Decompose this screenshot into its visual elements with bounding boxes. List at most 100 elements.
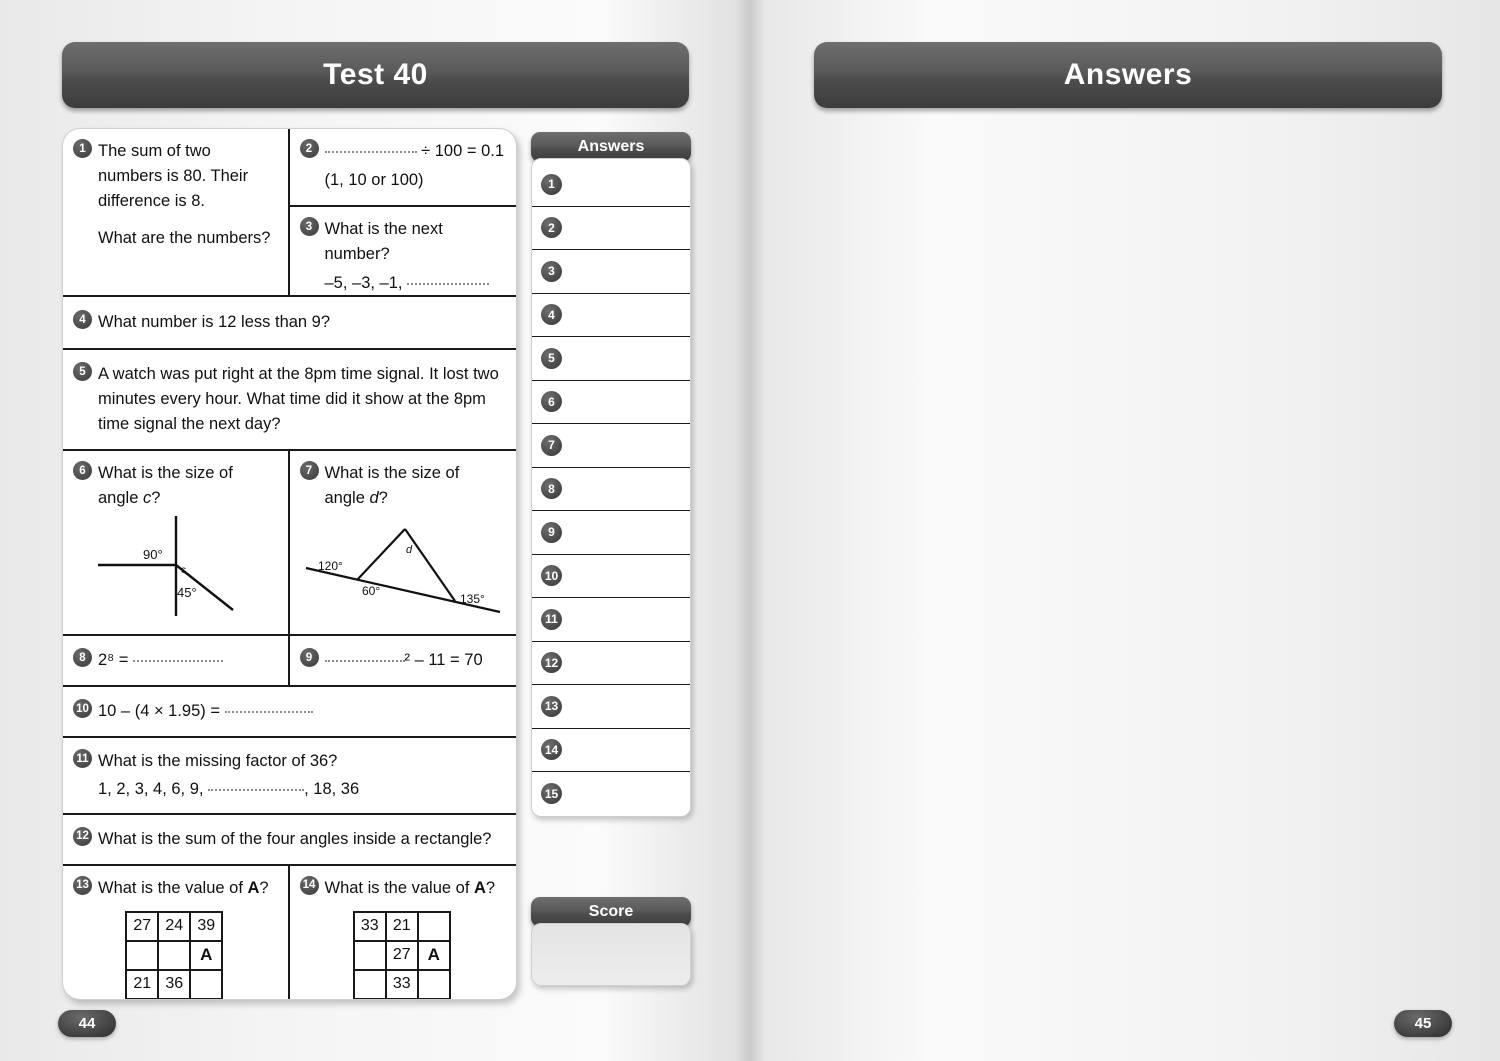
answer-row[interactable]: 11: [532, 598, 690, 642]
question-number: 2: [299, 139, 319, 158]
question-4-text: What number is 12 less than 9?: [98, 313, 331, 331]
answer-row[interactable]: 1: [532, 163, 690, 207]
svg-text:135°: 135°: [460, 592, 485, 606]
question-2-hint: (1, 10 or 100): [324, 171, 424, 190]
answer-row[interactable]: 4: [532, 294, 690, 337]
question-1: 1 The sum of two numbers is 80. Their di…: [63, 129, 290, 295]
grid-row: 27 24 39: [125, 910, 224, 942]
question-6-text: What is the size of angle c?: [98, 464, 233, 508]
question-number: 7: [299, 461, 319, 481]
question-card: 1 The sum of two numbers is 80. Their di…: [62, 128, 517, 1000]
answer-row-number: 9: [541, 521, 562, 543]
question-1-text: The sum of two numbers is 80. Their diff…: [98, 142, 249, 211]
answer-row-number: 3: [541, 260, 562, 282]
question-number: 11: [73, 749, 92, 769]
question-14-text: What is the value of A?: [324, 878, 496, 897]
grid-cell: 27: [125, 910, 160, 942]
angle-d-diagram: 120° 60° 135° d: [305, 528, 500, 614]
answer-row-number: 14: [541, 739, 562, 761]
question-number: 4: [73, 310, 92, 329]
question-row: 5 A watch was put right at the 8pm time …: [63, 350, 516, 452]
answers-list[interactable]: 1 2 3 4 5 6 7 8 9 10 11 12 13 14 15: [531, 158, 691, 817]
question-number: 1: [73, 139, 92, 158]
question-number: 8: [73, 648, 92, 668]
answer-row[interactable]: 9: [532, 511, 690, 555]
svg-text:60°: 60°: [362, 584, 380, 598]
answer-row-number: 2: [541, 217, 562, 239]
answer-row-number: 1: [541, 173, 562, 195]
grid-cell: 33: [352, 910, 387, 942]
grid-cell: 24: [157, 910, 192, 942]
score-panel: Score: [531, 897, 691, 986]
grid-cell: [157, 939, 192, 971]
answer-row[interactable]: 8: [532, 468, 690, 511]
answer-row-number: 12: [541, 652, 562, 674]
question-number: 10: [73, 699, 92, 719]
question-9-text: ² – 11 = 70: [404, 651, 483, 670]
grid-row: 21 36: [125, 968, 224, 999]
answer-row[interactable]: 6: [532, 381, 690, 424]
answer-row[interactable]: 15: [532, 772, 690, 816]
angle-c-diagram: 90° c 45°: [98, 516, 234, 617]
answer-row[interactable]: 12: [532, 642, 690, 685]
question-row: 12 What is the sum of the four angles in…: [63, 815, 516, 866]
question-row: 13 What is the value of A? 27 24 39 A 21 36 1…: [63, 865, 516, 999]
question-7-text: What is the size of angle d?: [324, 464, 460, 508]
svg-text:d: d: [406, 544, 413, 556]
answer-blank[interactable]: [208, 788, 305, 791]
grid-cell: A: [189, 939, 224, 971]
answer-row-number: 15: [541, 783, 562, 805]
question-row: 1 The sum of two numbers is 80. Their di…: [63, 129, 516, 297]
question-8: 8 2⁸ =: [63, 636, 290, 686]
page-title: Test 40: [62, 42, 689, 108]
question-10-text: 10 – (4 × 1.95) =: [98, 702, 221, 721]
question-12: 12 What is the sum of the four angles in…: [63, 815, 516, 864]
question-row: 6 What is the size of angle c? 90° c 45° …: [63, 451, 516, 637]
answer-row-number: 10: [541, 565, 562, 587]
grid-cell: 21: [125, 968, 160, 999]
question-6: 6 What is the size of angle c? 90° c 45°: [63, 451, 290, 635]
grid-cell: 33: [384, 968, 419, 999]
grid-row: 33 21: [352, 910, 451, 942]
grid-cell: 21: [384, 910, 419, 942]
answer-blank[interactable]: [324, 660, 405, 663]
question-11: 11 What is the missing factor of 36? 1, …: [63, 738, 516, 812]
page-number-left: 44: [58, 1010, 116, 1037]
answer-row[interactable]: 3: [532, 250, 690, 294]
score-input[interactable]: [531, 923, 691, 986]
answer-blank[interactable]: [407, 283, 490, 286]
answer-blank[interactable]: [324, 151, 417, 153]
answer-row-number: 5: [541, 347, 562, 369]
grid-cell: [125, 939, 160, 971]
answers-page-title: Answers: [814, 42, 1442, 108]
answer-row[interactable]: 5: [532, 337, 690, 381]
svg-text:c: c: [181, 565, 186, 576]
book-spread: Test 40 1 The sum of two numbers is 80. …: [0, 0, 1500, 1061]
question-number: 9: [299, 648, 319, 668]
answer-row[interactable]: 7: [532, 424, 690, 468]
answer-row[interactable]: 10: [532, 555, 690, 598]
answer-row-number: 11: [541, 608, 562, 630]
question-3-sequence: –5, –3, –1,: [324, 274, 403, 293]
question-5-text: A watch was put right at the 8pm time si…: [98, 365, 499, 434]
question-2-text: ÷ 100 = 0.1: [421, 142, 505, 160]
question-2: 2 ÷ 100 = 0.1 (1, 10 or 100): [289, 129, 516, 208]
answer-row[interactable]: 14: [532, 729, 690, 772]
question-3-text: What is the next number?: [324, 220, 443, 264]
grid-cell: [416, 968, 451, 999]
question-8-text: 2⁸ =: [98, 651, 129, 670]
svg-text:90°: 90°: [143, 547, 163, 562]
grid-row: 27 A: [352, 939, 451, 971]
question-number: 14: [299, 875, 319, 895]
answer-row[interactable]: 2: [532, 207, 690, 250]
answer-row[interactable]: 13: [532, 685, 690, 729]
question-11-seq-b: , 18, 36: [304, 779, 360, 798]
grid-14: 33 21 27 A 33: [352, 910, 451, 999]
question-row: 11 What is the missing factor of 36? 1, …: [63, 738, 516, 815]
answer-blank[interactable]: [132, 660, 223, 663]
question-11-text: What is the missing factor of 36?: [98, 752, 338, 771]
grid-cell: A: [416, 939, 451, 971]
question-11-seq-a: 1, 2, 3, 4, 6, 9,: [98, 779, 204, 798]
answer-blank[interactable]: [224, 711, 313, 714]
grid-cell: 36: [157, 968, 192, 999]
